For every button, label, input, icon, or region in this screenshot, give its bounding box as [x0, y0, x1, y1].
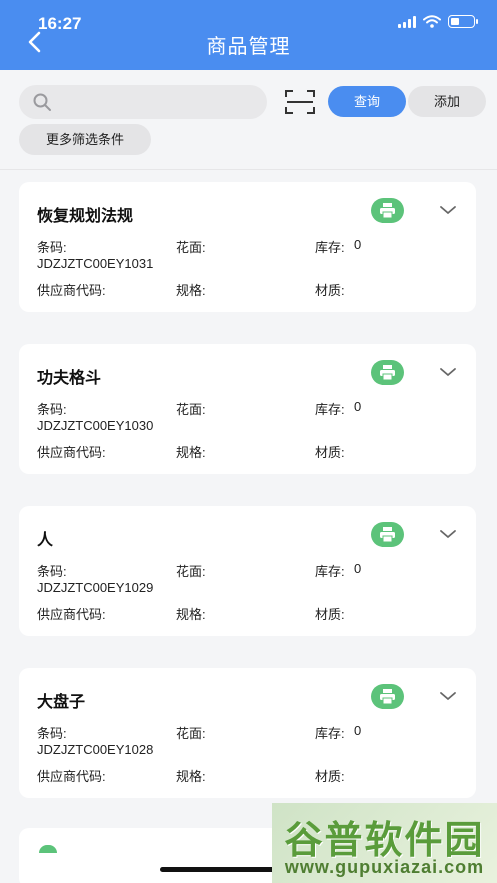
spec-label: 规格: — [176, 283, 206, 298]
signal-icon — [398, 15, 416, 28]
spec-label: 规格: — [176, 769, 206, 784]
wifi-icon — [423, 15, 441, 28]
divider — [0, 169, 497, 170]
page-title: 商品管理 — [206, 36, 291, 58]
scan-icon[interactable] — [284, 88, 316, 116]
supplier-code-label: 供应商代码: — [37, 445, 106, 460]
stock-label: 库存: — [315, 240, 345, 255]
barcode-value: JDZJZTC00EY1031 — [37, 256, 154, 271]
print-button[interactable] — [39, 845, 57, 853]
search-icon — [33, 93, 51, 111]
chevron-down-icon[interactable] — [439, 690, 457, 702]
watermark: 谷普软件园 www.gupuxiazai.com — [272, 803, 497, 883]
pattern-label: 花面: — [176, 240, 206, 255]
product-name: 恢复规划法规 — [37, 208, 134, 225]
more-filters-button[interactable]: 更多筛选条件 — [19, 124, 151, 155]
pattern-label: 花面: — [176, 726, 206, 741]
stock-label: 库存: — [315, 402, 345, 417]
supplier-code-label: 供应商代码: — [37, 769, 106, 784]
stock-value: 0 — [354, 237, 362, 252]
printer-icon — [380, 689, 395, 705]
material-label: 材质: — [315, 607, 345, 622]
product-name: 大盘子 — [37, 694, 86, 711]
printer-icon — [380, 527, 395, 543]
product-card[interactable]: 功夫格斗 条码: 花面: 库存: 0 JDZJZTC00EY1030 供应商代码… — [19, 344, 476, 474]
print-button[interactable] — [371, 684, 404, 709]
printer-icon — [380, 365, 395, 381]
print-button[interactable] — [371, 522, 404, 547]
barcode-value: JDZJZTC00EY1028 — [37, 742, 154, 757]
supplier-code-label: 供应商代码: — [37, 607, 106, 622]
product-card[interactable]: 大盘子 条码: 花面: 库存: 0 JDZJZTC00EY1028 供应商代码:… — [19, 668, 476, 798]
product-name: 人 — [37, 532, 54, 549]
material-label: 材质: — [315, 283, 345, 298]
print-button[interactable] — [371, 198, 404, 223]
material-label: 材质: — [315, 445, 345, 460]
barcode-label: 条码: — [37, 726, 67, 741]
stock-value: 0 — [354, 399, 362, 414]
watermark-title: 谷普软件园 — [284, 820, 485, 862]
stock-value: 0 — [354, 561, 362, 576]
product-card[interactable]: 恢复规划法规 条码: 花面: 库存: 0 JDZJZTC00EY1031 供应商… — [19, 182, 476, 312]
pattern-label: 花面: — [176, 564, 206, 579]
pattern-label: 花面: — [176, 402, 206, 417]
spec-label: 规格: — [176, 607, 206, 622]
search-input[interactable] — [59, 89, 259, 115]
product-card[interactable]: 人 条码: 花面: 库存: 0 JDZJZTC00EY1029 供应商代码: 规… — [19, 506, 476, 636]
add-button[interactable]: 添加 — [408, 86, 486, 117]
chevron-down-icon[interactable] — [439, 528, 457, 540]
status-icons — [398, 15, 478, 28]
search-box[interactable] — [19, 85, 267, 119]
chevron-down-icon[interactable] — [439, 366, 457, 378]
printer-icon — [380, 203, 395, 219]
stock-label: 库存: — [315, 726, 345, 741]
stock-label: 库存: — [315, 564, 345, 579]
supplier-code-label: 供应商代码: — [37, 283, 106, 298]
spec-label: 规格: — [176, 445, 206, 460]
stock-value: 0 — [354, 723, 362, 738]
print-button[interactable] — [371, 360, 404, 385]
app-header: 16:27 商品管理 — [0, 0, 497, 70]
query-button[interactable]: 查询 — [328, 86, 406, 117]
watermark-url: www.gupuxiazai.com — [284, 857, 485, 877]
product-name: 功夫格斗 — [37, 370, 102, 387]
material-label: 材质: — [315, 769, 345, 784]
barcode-value: JDZJZTC00EY1030 — [37, 418, 154, 433]
battery-icon — [448, 15, 478, 28]
barcode-label: 条码: — [37, 402, 67, 417]
barcode-label: 条码: — [37, 564, 67, 579]
barcode-label: 条码: — [37, 240, 67, 255]
barcode-value: JDZJZTC00EY1029 — [37, 580, 154, 595]
chevron-down-icon[interactable] — [439, 204, 457, 216]
